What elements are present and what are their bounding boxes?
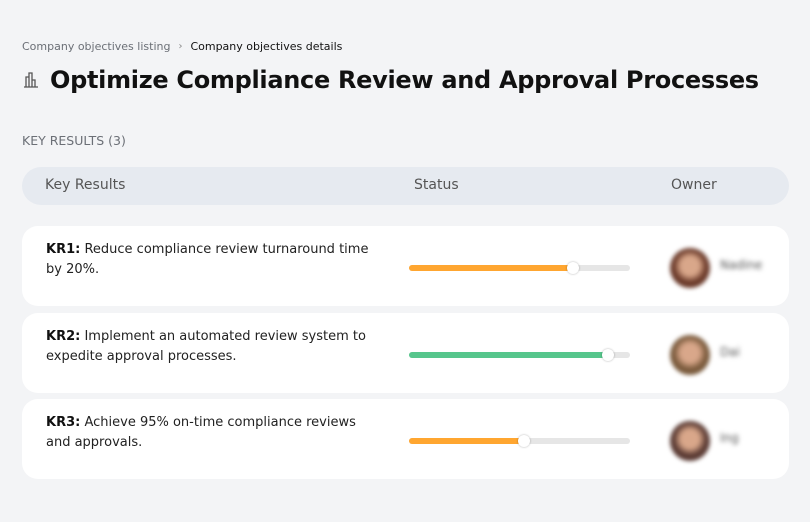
owner-name: Nadine: [720, 258, 763, 272]
key-result-row[interactable]: KR3: Achieve 95% on-time compliance revi…: [22, 399, 789, 479]
key-result-description: Achieve 95% on-time compliance reviews a…: [46, 415, 356, 450]
owner-name: Ing: [720, 431, 739, 445]
key-result-description: Reduce compliance review turnaround time…: [46, 242, 369, 277]
building-chart-icon: [24, 72, 38, 88]
key-result-description: Implement an automated review system to …: [46, 329, 366, 364]
page-title: Optimize Compliance Review and Approval …: [50, 66, 759, 94]
key-result-row[interactable]: KR2: Implement an automated review syste…: [22, 313, 789, 393]
section-label: KEY RESULTS (3): [22, 133, 126, 148]
breadcrumb-current: Company objectives details: [190, 40, 343, 53]
header-key-results: Key Results: [45, 177, 126, 193]
progress-fill: [409, 265, 573, 271]
progress-slider[interactable]: [409, 262, 630, 274]
progress-slider[interactable]: [409, 435, 630, 447]
key-result-code: KR1:: [46, 242, 81, 257]
progress-knob[interactable]: [517, 435, 530, 447]
owner-name: Dai: [720, 345, 740, 359]
avatar: [670, 335, 710, 375]
progress-knob[interactable]: [601, 349, 614, 361]
key-result-text: KR2: Implement an automated review syste…: [46, 327, 376, 367]
progress-knob[interactable]: [566, 262, 579, 274]
progress-fill: [409, 352, 608, 358]
key-result-code: KR2:: [46, 329, 81, 344]
chevron-right-icon: ›: [178, 41, 183, 52]
avatar: [670, 248, 710, 288]
breadcrumb-parent-link[interactable]: Company objectives listing: [22, 40, 170, 53]
header-owner: Owner: [671, 177, 717, 193]
key-result-code: KR3:: [46, 415, 81, 430]
avatar: [670, 421, 710, 461]
progress-slider[interactable]: [409, 349, 630, 361]
breadcrumb: Company objectives listing › Company obj…: [22, 40, 342, 53]
key-result-text: KR3: Achieve 95% on-time compliance revi…: [46, 413, 376, 453]
header-status: Status: [414, 177, 459, 193]
table-header: Key Results Status Owner: [22, 167, 789, 205]
key-result-text: KR1: Reduce compliance review turnaround…: [46, 240, 376, 280]
progress-fill: [409, 438, 524, 444]
page-header: Optimize Compliance Review and Approval …: [22, 66, 759, 94]
key-result-row[interactable]: KR1: Reduce compliance review turnaround…: [22, 226, 789, 306]
